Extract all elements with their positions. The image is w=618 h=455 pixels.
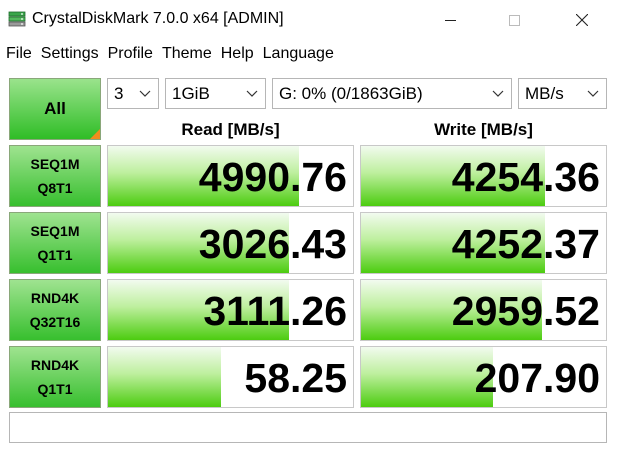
write-value: 207.90 xyxy=(474,355,600,401)
read-value: 58.25 xyxy=(244,355,347,401)
chevron-down-icon xyxy=(492,90,504,97)
all-button[interactable]: All xyxy=(9,78,101,140)
unit-select[interactable]: MB/s xyxy=(518,78,607,109)
read-fill-bar xyxy=(108,347,221,407)
result-write-rnd4k-q1t1: 207.90 xyxy=(360,346,607,408)
test-name: SEQ1M xyxy=(30,156,80,172)
minimize-icon xyxy=(444,19,456,21)
result-read-seq1m-q8t1: 4990.76 xyxy=(107,145,354,207)
crystaldiskmark-window: CrystalDiskMark 7.0.0 x64 [ADMIN] File S… xyxy=(0,0,618,455)
result-write-seq1m-q1t1: 4252.37 xyxy=(360,212,607,274)
menu-file[interactable]: File xyxy=(3,45,35,63)
test-count-select[interactable]: 3 xyxy=(107,78,159,109)
test-params: Q1T1 xyxy=(37,247,73,263)
drive-select[interactable]: G: 0% (0/1863GiB) xyxy=(272,78,512,109)
read-header: Read [MB/s] xyxy=(181,120,280,139)
chevron-down-icon xyxy=(587,90,599,97)
test-count-value: 3 xyxy=(114,83,124,103)
test-params: Q32T16 xyxy=(29,314,81,330)
test-button-seq1m-q8t1[interactable]: SEQ1M Q8T1 xyxy=(9,145,101,207)
comment-field[interactable] xyxy=(9,412,607,443)
drive-value: G: 0% (0/1863GiB) xyxy=(279,83,423,103)
test-name: SEQ1M xyxy=(30,223,80,239)
close-button[interactable] xyxy=(558,0,606,40)
menu-settings[interactable]: Settings xyxy=(38,45,102,63)
chevron-down-icon xyxy=(139,90,151,97)
maximize-icon xyxy=(508,14,520,26)
test-params: Q1T1 xyxy=(37,381,73,397)
write-value: 2959.52 xyxy=(451,288,600,334)
write-value: 4254.36 xyxy=(451,154,600,200)
disk-stack-icon xyxy=(8,11,26,27)
write-fill-bar xyxy=(361,347,494,407)
write-value: 4252.37 xyxy=(451,221,600,267)
menu-profile[interactable]: Profile xyxy=(105,45,156,63)
window-title: CrystalDiskMark 7.0.0 x64 [ADMIN] xyxy=(32,10,284,27)
title-bar[interactable]: CrystalDiskMark 7.0.0 x64 [ADMIN] xyxy=(0,0,618,40)
menu-bar: File Settings Profile Theme Help Languag… xyxy=(0,40,618,68)
test-name: RND4K xyxy=(30,290,80,306)
minimize-button[interactable] xyxy=(426,0,474,40)
menu-help[interactable]: Help xyxy=(218,45,257,63)
test-button-seq1m-q1t1[interactable]: SEQ1M Q1T1 xyxy=(9,212,101,274)
read-value: 4990.76 xyxy=(198,154,347,200)
menu-language[interactable]: Language xyxy=(260,45,337,63)
result-read-seq1m-q1t1: 3026.43 xyxy=(107,212,354,274)
maximize-button[interactable] xyxy=(490,0,538,40)
chevron-down-icon xyxy=(246,90,258,97)
test-name: RND4K xyxy=(30,357,80,373)
close-icon xyxy=(576,14,588,26)
test-size-value: 1GiB xyxy=(172,83,210,103)
write-header: Write [MB/s] xyxy=(434,120,533,139)
result-read-rnd4k-q32t16: 3111.26 xyxy=(107,279,354,341)
result-read-rnd4k-q1t1: 58.25 xyxy=(107,346,354,408)
result-write-rnd4k-q32t16: 2959.52 xyxy=(360,279,607,341)
test-button-rnd4k-q32t16[interactable]: RND4K Q32T16 xyxy=(9,279,101,341)
test-button-rnd4k-q1t1[interactable]: RND4K Q1T1 xyxy=(9,346,101,408)
unit-value: MB/s xyxy=(525,83,564,103)
result-write-seq1m-q8t1: 4254.36 xyxy=(360,145,607,207)
test-size-select[interactable]: 1GiB xyxy=(165,78,266,109)
read-value: 3111.26 xyxy=(203,288,347,334)
menu-theme[interactable]: Theme xyxy=(159,45,215,63)
read-value: 3026.43 xyxy=(198,221,347,267)
test-params: Q8T1 xyxy=(37,180,73,196)
